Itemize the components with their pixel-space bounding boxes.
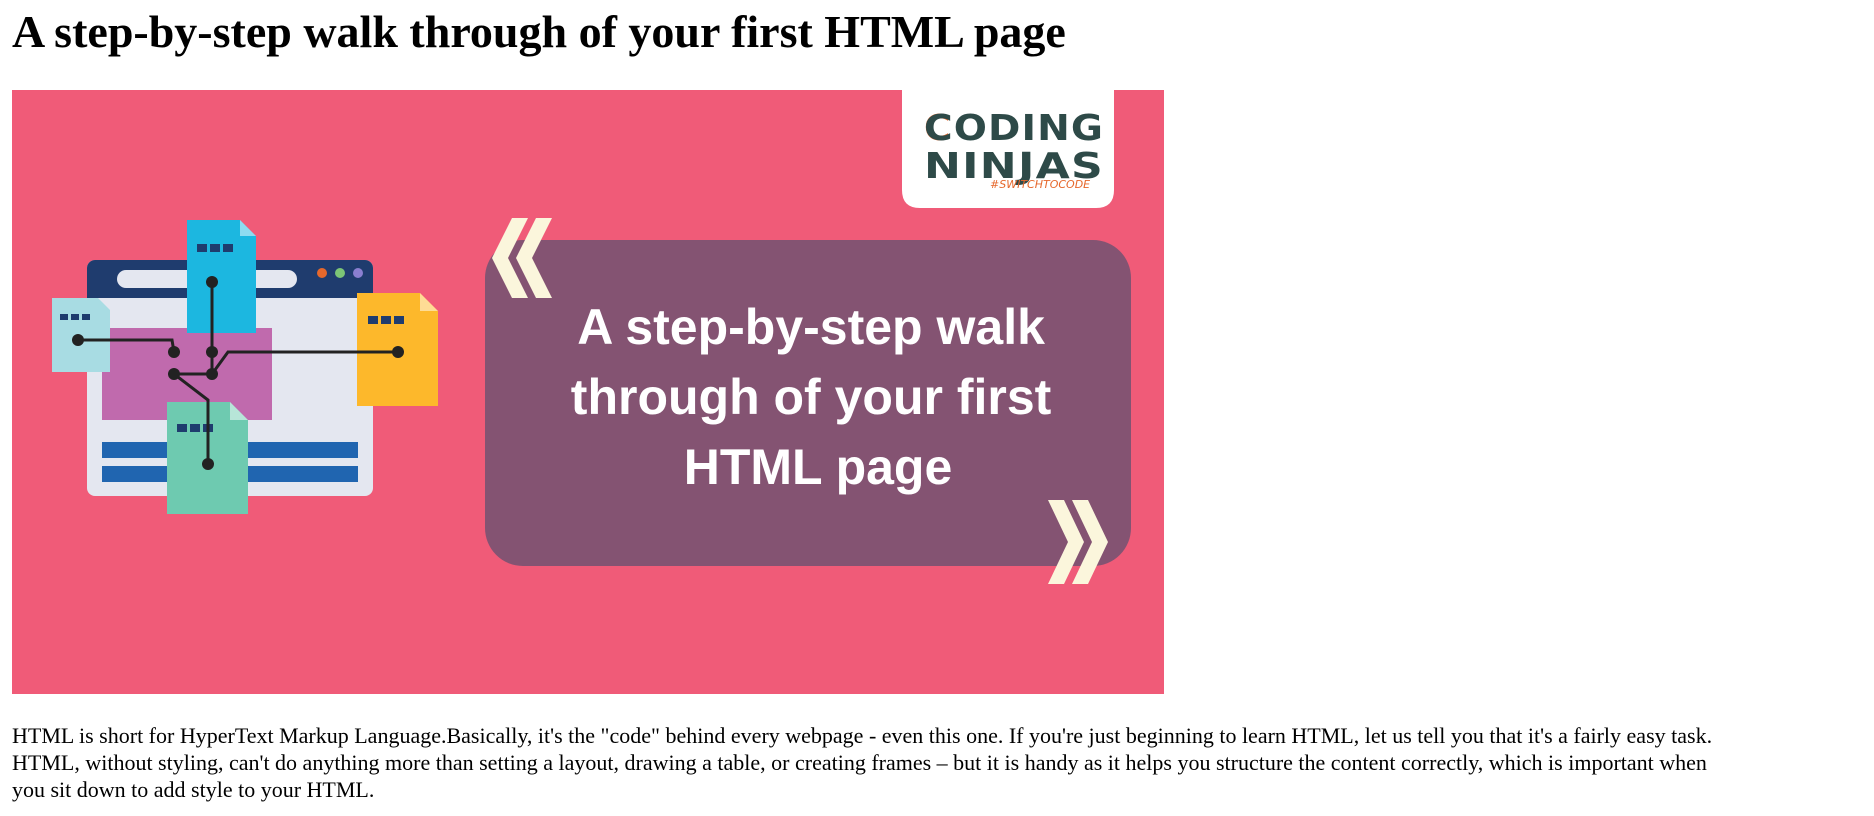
headline-line-3: HTML page <box>684 439 953 495</box>
page-title: A step-by-step walk through of your firs… <box>12 6 1066 57</box>
logo-tagline: #SWITCHTOCODE <box>990 178 1090 191</box>
headline-panel: A step-by-step walk through of your firs… <box>485 218 1131 584</box>
headline-line-2: through of your first <box>571 369 1052 425</box>
coding-ninjas-logo: C CODING NINJAS #SWITCHTOCODE <box>902 90 1114 208</box>
logo-line1: CODING <box>924 108 1104 149</box>
intro-paragraph: HTML is short for HyperText Markup Langu… <box>12 723 1713 802</box>
banner-image: C CODING NINJAS #SWITCHTOCODE A step-by-… <box>12 90 1164 694</box>
page: A step-by-step walk through of your firs… <box>0 0 1874 816</box>
headline-line-1: A step-by-step walk <box>577 299 1045 355</box>
